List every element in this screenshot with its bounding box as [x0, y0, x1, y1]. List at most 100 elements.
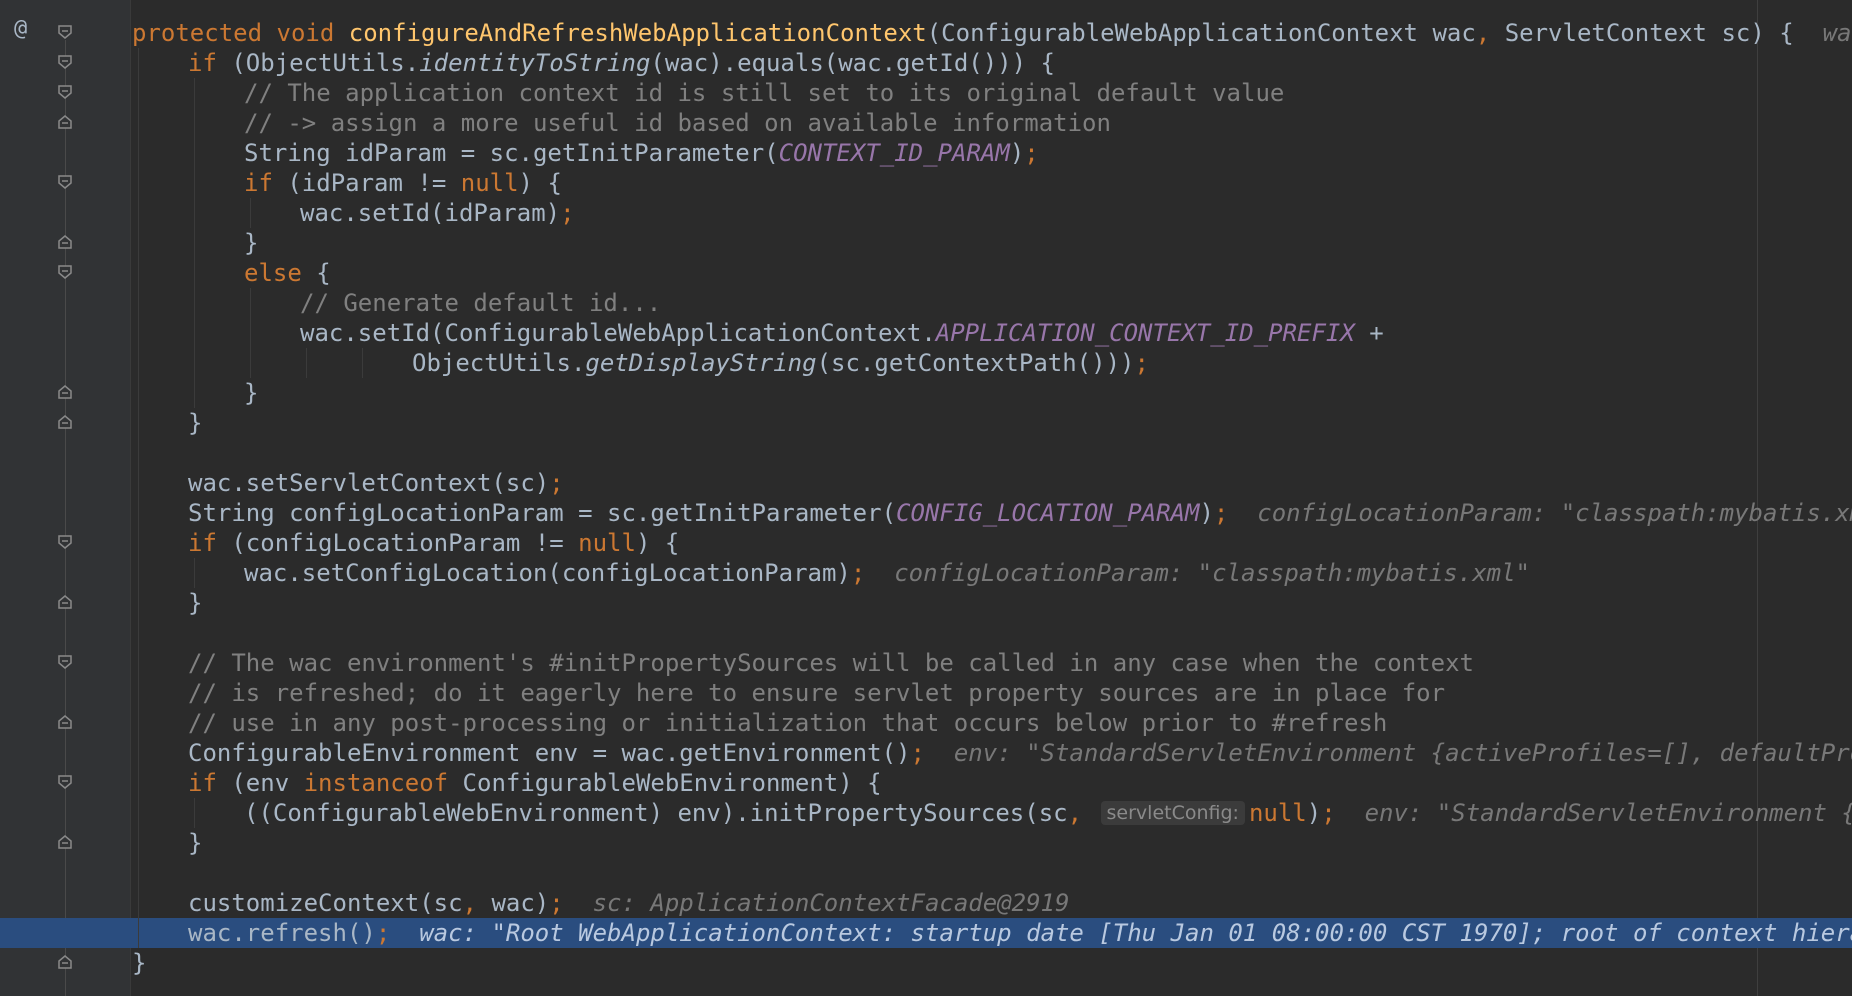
code-line[interactable]: // use in any post-processing or initial…	[0, 708, 1852, 738]
punctuation: ;	[850, 559, 866, 587]
code-text: )	[1199, 499, 1214, 527]
code-text: )	[1306, 799, 1322, 827]
keyword: null	[460, 169, 519, 197]
code-line[interactable]: if (idParam != null) {	[0, 168, 1852, 198]
code-line[interactable]: if (ObjectUtils.identityToString(wac).eq…	[0, 48, 1852, 78]
code-line[interactable]: }	[0, 948, 1852, 978]
code-line[interactable]: // The application context id is still s…	[0, 78, 1852, 108]
keyword: if	[244, 169, 273, 197]
code-text: {	[301, 259, 331, 287]
indent-guide	[188, 318, 244, 348]
indent-guide	[132, 708, 188, 738]
indent-guide	[132, 378, 188, 408]
indent-guide	[244, 348, 300, 378]
code-line[interactable]: wac.setConfigLocation(configLocationPara…	[0, 558, 1852, 588]
indent-guide	[132, 168, 188, 198]
debug-inline-value[interactable]: env: "StandardServletEnvironment {ac	[1365, 799, 1852, 827]
code-line[interactable]: // is refreshed; do it eagerly here to e…	[0, 678, 1852, 708]
keyword: else	[244, 259, 302, 287]
code-text: }	[132, 949, 147, 977]
method-name: configureAndRefreshWebApplicationContext	[348, 19, 927, 47]
code-line[interactable]: else {	[0, 258, 1852, 288]
code-line[interactable]: String configLocationParam = sc.getInitP…	[0, 498, 1852, 528]
indent-guide	[132, 288, 188, 318]
debug-inline-value[interactable]: configLocationParam: "classpath:mybatis.…	[1257, 499, 1852, 527]
code-line[interactable]: ((ConfigurableWebEnvironment) env).initP…	[0, 798, 1852, 828]
code-line[interactable]: ObjectUtils.getDisplayString(sc.getConte…	[0, 348, 1852, 378]
indent-guide	[132, 198, 188, 228]
code-line-empty[interactable]	[0, 438, 1852, 468]
code-line[interactable]: if (configLocationParam != null) {	[0, 528, 1852, 558]
punctuation: ;	[1134, 349, 1149, 377]
code-text: }	[188, 829, 203, 857]
indent-guide	[132, 228, 188, 258]
code-line[interactable]: wac.setId(idParam);	[0, 198, 1852, 228]
indent-guide	[132, 528, 188, 558]
indent-guide	[132, 798, 188, 828]
debug-inline-value[interactable]: configLocationParam: "classpath:mybatis.…	[894, 559, 1530, 587]
indent-guide	[188, 258, 244, 288]
comment: // Generate default id...	[300, 289, 662, 317]
static-method: identityToString	[419, 49, 651, 77]
code-line[interactable]: }	[0, 828, 1852, 858]
code-text: ) {	[635, 529, 680, 557]
code-line[interactable]: ConfigurableEnvironment env = wac.getEnv…	[0, 738, 1852, 768]
code-line[interactable]: // The wac environment's #initPropertySo…	[0, 648, 1852, 678]
indent-guide	[244, 288, 300, 318]
debug-inline-value[interactable]: wac: "Root WebApplicationContext: startu…	[419, 919, 1852, 947]
indent-guide	[132, 618, 188, 648]
indent-guide	[132, 588, 188, 618]
code-line[interactable]: }	[0, 408, 1852, 438]
code-line[interactable]: // Generate default id...	[0, 288, 1852, 318]
code-line[interactable]: // -> assign a more useful id based on a…	[0, 108, 1852, 138]
code-line[interactable]: }	[0, 588, 1852, 618]
code-line[interactable]: if (env instanceof ConfigurableWebEnviro…	[0, 768, 1852, 798]
indent-guide	[132, 498, 188, 528]
constant: CONFIG_LOCATION_PARAM	[896, 499, 1200, 527]
punctuation: ,	[462, 889, 477, 917]
code-text: ConfigurableWebEnvironment) {	[448, 769, 882, 797]
code-line[interactable]: customizeContext(sc, wac); sc: Applicati…	[0, 888, 1852, 918]
code-line[interactable]: String idParam = sc.getInitParameter(CON…	[0, 138, 1852, 168]
indent-guide	[132, 258, 188, 288]
current-execution-line[interactable]: wac.refresh(); wac: "Root WebApplication…	[0, 918, 1852, 948]
indent-guide	[132, 138, 188, 168]
code-text: (idParam !=	[272, 169, 461, 197]
code-line[interactable]: }	[0, 228, 1852, 258]
debug-inline-value[interactable]: wac: "	[1823, 19, 1852, 47]
code-line-empty[interactable]	[0, 858, 1852, 888]
indent-guide	[188, 798, 244, 828]
code-text: +	[1354, 319, 1384, 347]
code-text: )	[1009, 139, 1025, 167]
indent-guide	[132, 828, 188, 858]
code-line[interactable]: wac.setId(ConfigurableWebApplicationCont…	[0, 318, 1852, 348]
comment: // use in any post-processing or initial…	[188, 709, 1388, 737]
code-text: wac)	[477, 889, 550, 917]
indent-guide	[132, 348, 188, 378]
comment: // -> assign a more useful id based on a…	[244, 109, 1111, 137]
debug-inline-value[interactable]: sc: ApplicationContextFacade@2919	[593, 889, 1070, 917]
keyword: if	[188, 769, 217, 797]
code-text: (env	[216, 769, 304, 797]
indent-guide	[188, 78, 244, 108]
code-text: (sc.getContextPath()))	[816, 349, 1135, 377]
comment: // The wac environment's #initPropertySo…	[188, 649, 1474, 677]
punctuation: ;	[910, 739, 925, 767]
indent-guide	[188, 558, 244, 588]
indent-guide	[188, 198, 244, 228]
code-text: }	[244, 229, 259, 257]
code-line-empty[interactable]	[0, 618, 1852, 648]
code-line[interactable]: }	[0, 378, 1852, 408]
code-line[interactable]: protected void configureAndRefreshWebApp…	[0, 18, 1852, 48]
keyword: if	[188, 529, 217, 557]
code-editor[interactable]: protected void configureAndRefreshWebApp…	[0, 18, 1852, 978]
code-text: wac.refresh()	[188, 919, 376, 947]
debug-inline-value[interactable]: env: "StandardServletEnvironment {active…	[954, 739, 1852, 767]
code-line[interactable]: wac.setServletContext(sc);	[0, 468, 1852, 498]
punctuation: ,	[1067, 799, 1083, 827]
indent-guide	[132, 678, 188, 708]
code-text: customizeContext(sc	[188, 889, 463, 917]
indent-guide	[132, 438, 188, 468]
indent-guide	[188, 168, 244, 198]
indent-guide	[132, 78, 188, 108]
